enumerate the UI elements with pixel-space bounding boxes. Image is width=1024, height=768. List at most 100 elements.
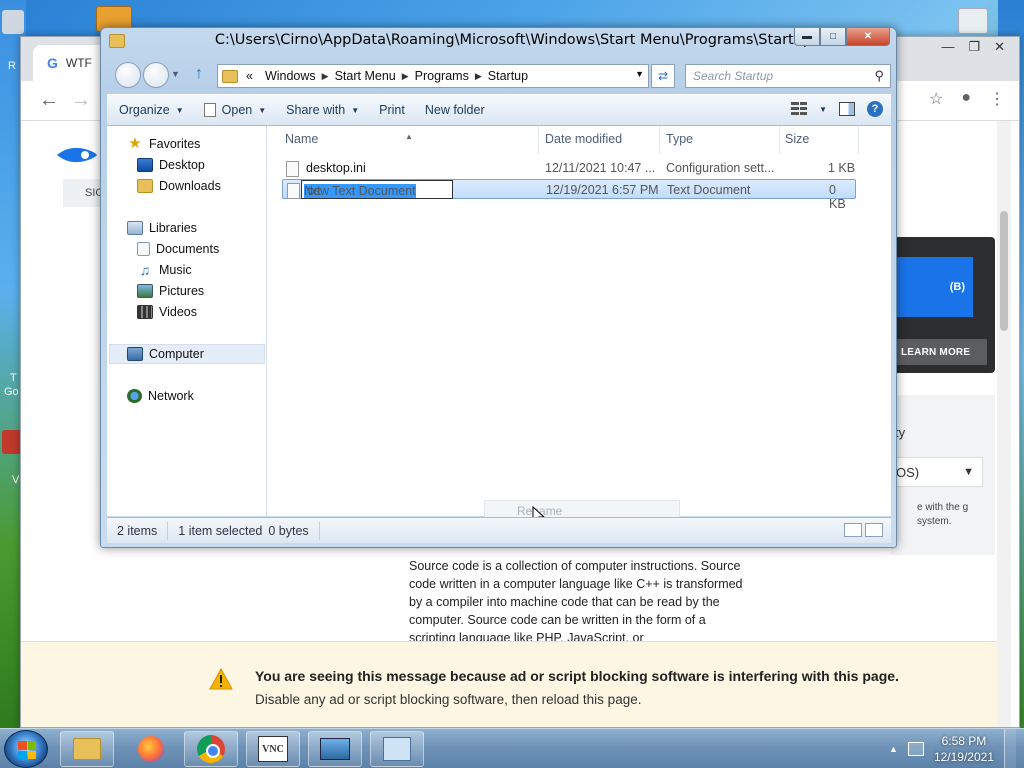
column-header-date[interactable]: Date modified bbox=[545, 132, 622, 146]
forward-arrow-icon[interactable]: → bbox=[71, 89, 91, 112]
network-tray-icon[interactable] bbox=[907, 742, 924, 756]
maximize-button[interactable]: □ bbox=[820, 28, 846, 46]
text-file-icon bbox=[287, 183, 300, 199]
scroll-thumb[interactable] bbox=[1000, 211, 1008, 331]
desktop-label: Go bbox=[4, 386, 19, 398]
minimize-button[interactable]: ▬ bbox=[794, 28, 820, 46]
taskbar-control-panel-button[interactable] bbox=[370, 731, 424, 767]
profile-icon[interactable]: ● bbox=[961, 89, 971, 109]
window-title: C:\Users\Cirno\AppData\Roaming\Microsoft… bbox=[214, 32, 813, 48]
start-button[interactable] bbox=[4, 730, 48, 768]
nav-network[interactable]: Network bbox=[127, 386, 194, 406]
details-view-icon[interactable] bbox=[844, 523, 862, 537]
address-dropdown-icon[interactable]: ▼ bbox=[635, 69, 644, 79]
learn-more-button[interactable]: LEARN MORE bbox=[891, 339, 987, 365]
caret-down-icon: ▼ bbox=[963, 466, 974, 478]
clock[interactable]: 6:58 PM 12/19/2021 bbox=[934, 733, 994, 765]
chevron-right-icon[interactable]: ▶ bbox=[402, 71, 409, 82]
nav-libraries[interactable]: Libraries bbox=[127, 218, 197, 238]
column-divider[interactable] bbox=[538, 126, 539, 154]
desktop-document-icon[interactable] bbox=[958, 8, 988, 34]
sidebar-box: ty OS) ▼ e with the g system. bbox=[891, 395, 995, 555]
chrome-toolbar-right: ☆ ● ⋮ bbox=[929, 89, 1005, 109]
recent-pages-dropdown-icon[interactable]: ▼ bbox=[171, 69, 180, 79]
column-divider[interactable] bbox=[779, 126, 780, 154]
back-arrow-icon[interactable]: ← bbox=[39, 89, 59, 112]
refresh-button[interactable]: ⇄ bbox=[651, 64, 675, 88]
up-arrow-icon[interactable]: ↑ bbox=[195, 65, 203, 83]
back-button[interactable] bbox=[115, 62, 141, 88]
nav-documents[interactable]: Documents bbox=[137, 239, 219, 259]
preview-pane-icon[interactable] bbox=[839, 102, 855, 116]
column-header-size[interactable]: Size bbox=[785, 132, 809, 146]
taskbar-chrome-button[interactable] bbox=[184, 731, 238, 767]
view-dropdown-icon[interactable]: ▼ bbox=[819, 105, 827, 114]
search-placeholder: Search Startup bbox=[693, 69, 774, 83]
recycle-bin-icon[interactable] bbox=[2, 10, 24, 34]
new-folder-button[interactable]: New folder bbox=[415, 103, 495, 117]
column-header-name[interactable]: Name bbox=[285, 132, 318, 146]
os-select[interactable]: OS) ▼ bbox=[891, 457, 983, 487]
forward-button[interactable] bbox=[143, 62, 169, 88]
address-bar[interactable]: « Windows ▶ Start Menu ▶ Programs ▶ Star… bbox=[217, 64, 649, 88]
site-logo-icon bbox=[57, 147, 97, 163]
breadcrumb-item[interactable]: Programs bbox=[409, 69, 475, 83]
chrome-window-controls: — ❐ ✕ bbox=[941, 39, 1005, 55]
breadcrumb-item[interactable]: Startup bbox=[482, 69, 534, 83]
column-header-type[interactable]: Type bbox=[666, 132, 693, 146]
adblock-subtitle: Disable any ad or script blocking softwa… bbox=[255, 692, 642, 707]
print-button[interactable]: Print bbox=[369, 103, 415, 117]
show-hidden-icons-icon[interactable]: ▲ bbox=[889, 744, 898, 754]
close-button[interactable]: ✕ bbox=[846, 28, 890, 46]
help-icon[interactable]: ? bbox=[867, 101, 883, 117]
bookmark-star-icon[interactable]: ☆ bbox=[929, 89, 943, 109]
chevron-right-icon[interactable]: ▶ bbox=[322, 71, 329, 82]
taskbar-explorer-button[interactable] bbox=[60, 731, 114, 767]
maximize-icon[interactable]: ❐ bbox=[968, 39, 980, 55]
file-row-selected[interactable]: New Text Document .txt 12/19/2021 6:57 PM… bbox=[282, 179, 856, 211]
os-select-value: OS) bbox=[896, 464, 920, 480]
search-input[interactable]: Search Startup ⚲ bbox=[685, 64, 891, 88]
file-list-pane: ▲ Name Date modified Type Size desktop.i… bbox=[268, 126, 891, 526]
breadcrumb-overflow[interactable]: « bbox=[240, 69, 259, 83]
search-icon: ⚲ bbox=[874, 68, 884, 83]
file-row[interactable]: desktop.ini 12/11/2021 10:47 ... Configu… bbox=[282, 158, 856, 178]
open-button[interactable]: Open ▼ bbox=[194, 103, 277, 117]
rename-input[interactable]: New Text Document .txt bbox=[301, 180, 453, 199]
page-scrollbar[interactable] bbox=[997, 121, 1011, 727]
nav-label: Videos bbox=[159, 305, 197, 319]
nav-computer[interactable]: Computer bbox=[127, 344, 204, 364]
promo-download-button[interactable]: (B) bbox=[891, 257, 973, 317]
column-divider[interactable] bbox=[659, 126, 660, 154]
desktop-icon bbox=[137, 158, 153, 172]
taskbar-firefox-button[interactable] bbox=[124, 731, 178, 767]
nav-music[interactable]: ♫ Music bbox=[137, 260, 192, 280]
sort-ascending-icon: ▲ bbox=[405, 132, 413, 141]
navigation-pane: ★ Favorites Desktop Downloads Libraries … bbox=[107, 126, 267, 516]
nav-favorites[interactable]: ★ Favorites bbox=[127, 134, 200, 154]
file-type: Text Document bbox=[667, 183, 751, 197]
article-paragraph: Source code is a collection of computer … bbox=[409, 559, 743, 645]
status-selected: 1 item selected bbox=[178, 523, 263, 538]
firefox-icon bbox=[138, 736, 164, 762]
breadcrumb-item[interactable]: Start Menu bbox=[329, 69, 402, 83]
nav-desktop[interactable]: Desktop bbox=[137, 155, 205, 175]
chevron-right-icon[interactable]: ▶ bbox=[475, 71, 482, 82]
breadcrumb-item[interactable]: Windows bbox=[259, 69, 322, 83]
star-icon: ★ bbox=[128, 135, 142, 152]
organize-button[interactable]: Organize ▼ bbox=[107, 103, 194, 117]
share-with-button[interactable]: Share with ▼ bbox=[276, 103, 369, 117]
column-divider[interactable] bbox=[858, 126, 859, 154]
taskbar-image-button[interactable] bbox=[308, 731, 362, 767]
nav-videos[interactable]: Videos bbox=[137, 302, 197, 322]
change-view-icon[interactable] bbox=[791, 102, 808, 116]
large-icons-view-icon[interactable] bbox=[865, 523, 883, 537]
nav-pictures[interactable]: Pictures bbox=[137, 281, 204, 301]
taskbar-vnc-button[interactable]: VNC bbox=[246, 731, 300, 767]
minimize-icon[interactable]: — bbox=[941, 39, 954, 55]
clock-date: 12/19/2021 bbox=[933, 750, 994, 764]
menu-kebab-icon[interactable]: ⋮ bbox=[989, 89, 1005, 109]
close-icon[interactable]: ✕ bbox=[994, 39, 1005, 55]
nav-downloads[interactable]: Downloads bbox=[137, 176, 221, 196]
show-desktop-button[interactable] bbox=[1004, 729, 1016, 768]
